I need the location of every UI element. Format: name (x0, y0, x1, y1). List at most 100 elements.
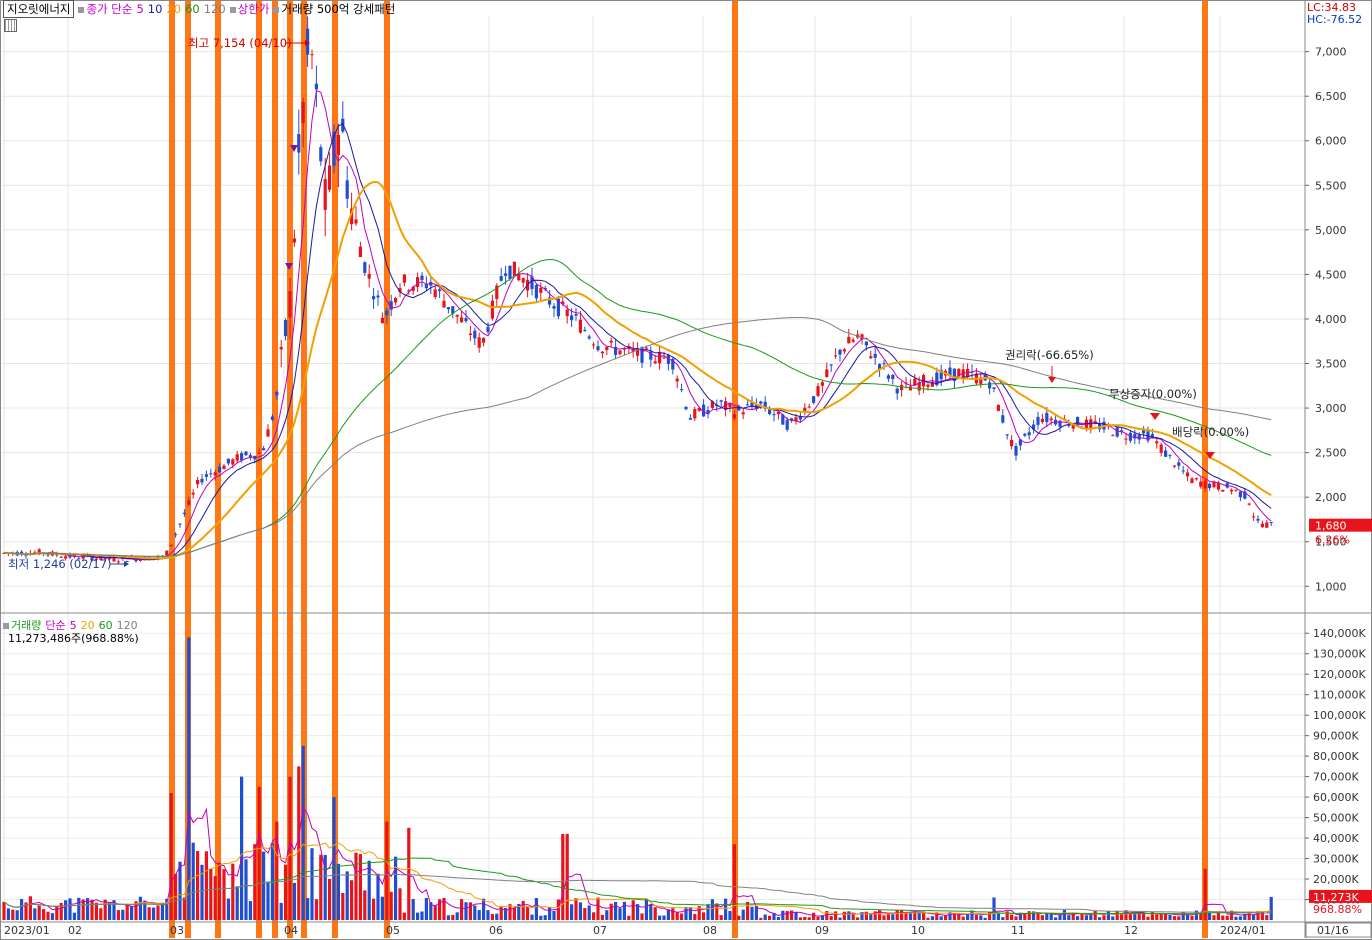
volume-bar (649, 904, 653, 920)
candle-body (768, 409, 772, 414)
volume-bar (42, 909, 46, 920)
volume-bar (904, 913, 908, 920)
volume-bar (1212, 915, 1216, 920)
ma-60-label[interactable]: 60 (185, 2, 200, 16)
volume-bar (1225, 915, 1229, 920)
volume-bar (1062, 909, 1066, 920)
volume-bar (710, 899, 714, 920)
candle-body (895, 388, 899, 394)
volume-bar (297, 766, 301, 920)
volume-bar (1221, 915, 1225, 920)
candle-body (1199, 481, 1203, 487)
month-label: 05 (386, 924, 400, 937)
volume-bar (130, 906, 134, 920)
volume-bar (605, 910, 609, 920)
volume-bar (1058, 914, 1062, 920)
candle-body (297, 134, 301, 153)
candle-body (508, 265, 512, 279)
volume-bar (1040, 915, 1044, 920)
volume-pattern-label[interactable]: 거래량 500억 강세패턴 (281, 2, 395, 16)
volume-bar (1098, 917, 1102, 920)
volume-bar (182, 897, 186, 920)
ma-20-label[interactable]: 20 (166, 2, 181, 16)
candle-body (354, 219, 358, 224)
volume-bar (750, 906, 754, 920)
month-label: 2023/01 (4, 924, 50, 937)
ma-10-label[interactable]: 10 (148, 2, 163, 16)
candle-body (578, 319, 582, 333)
volume-bar (90, 899, 94, 920)
candle-body (1164, 450, 1168, 457)
volume-tick-label: 140,000K (1313, 627, 1366, 640)
volume-bar (1076, 916, 1080, 920)
candle-body (385, 310, 389, 316)
candle-body (583, 329, 587, 331)
volume-bar (737, 915, 741, 920)
candle-body (851, 339, 855, 342)
volume-bar (147, 907, 151, 920)
candle-body (420, 275, 424, 280)
candle-body (345, 180, 349, 199)
price-candles (2, 16, 1273, 565)
volume-bar (196, 851, 200, 920)
month-label: 11 (1011, 924, 1025, 937)
candle-body (1186, 472, 1190, 477)
volume-tick-label: 70,000K (1313, 771, 1359, 784)
bonus-arrow-head (1150, 413, 1160, 420)
volume-bar (77, 897, 81, 920)
candle-body (842, 349, 846, 352)
date-box-label: 01/16 (1317, 924, 1349, 937)
candle-body (838, 349, 842, 355)
month-label: 06 (489, 924, 503, 937)
volume-bar (781, 910, 785, 920)
volume-bar (319, 854, 323, 920)
volume-bar (869, 914, 873, 920)
volume-bar (662, 915, 666, 920)
ma-5-label[interactable]: 5 (136, 2, 143, 16)
volume-bar (732, 844, 736, 920)
stock-chart-svg[interactable]: 7,000 6,500 6,000 5,500 5,000 4,500 4,000 3,500… (0, 0, 1372, 940)
candle-body (196, 480, 200, 485)
limit-up-label[interactable]: 상한가 (238, 2, 270, 16)
volume-bar (244, 859, 248, 920)
month-label: 03 (170, 924, 184, 937)
volume-bar (350, 880, 354, 920)
volume-bar (891, 914, 895, 920)
volume-bar (451, 914, 455, 920)
candle-body (900, 385, 904, 390)
signal-bar (272, 0, 278, 938)
candle-body (1190, 478, 1194, 483)
volume-bar (187, 637, 191, 920)
volume-bar (592, 912, 596, 920)
candle-body (596, 346, 600, 351)
candle-body (1049, 418, 1053, 421)
volume-bar (482, 898, 486, 920)
grid-toggle-icon[interactable] (4, 19, 17, 32)
candle-body (235, 454, 239, 461)
volume-bar (1181, 911, 1185, 920)
candle-body (279, 347, 283, 350)
candle-body (416, 277, 420, 287)
month-label: 2024/01 (1220, 924, 1266, 937)
candle-body (996, 404, 1000, 411)
volume-bar (46, 911, 50, 920)
volume-bar (600, 914, 604, 920)
volume-bar (741, 909, 745, 920)
volume-bar (939, 916, 943, 920)
candle-body (1168, 454, 1172, 456)
ma-120-label[interactable]: 120 (204, 2, 226, 16)
outer-border (0, 0, 1372, 940)
volume-bar (50, 913, 54, 920)
candle-body (240, 453, 244, 461)
candle-body (992, 387, 996, 389)
price-tick-label: 5,000 (1315, 224, 1347, 237)
volume-bar (1172, 916, 1176, 920)
stock-name[interactable]: 지오릿에너지 (3, 0, 75, 18)
candle-body (539, 287, 543, 293)
volume-bar (37, 905, 41, 920)
candle-body (891, 375, 895, 380)
candle-body (319, 147, 323, 162)
volume-bar (671, 908, 675, 920)
volume-bar (1190, 915, 1194, 920)
volume-bar (570, 904, 574, 920)
